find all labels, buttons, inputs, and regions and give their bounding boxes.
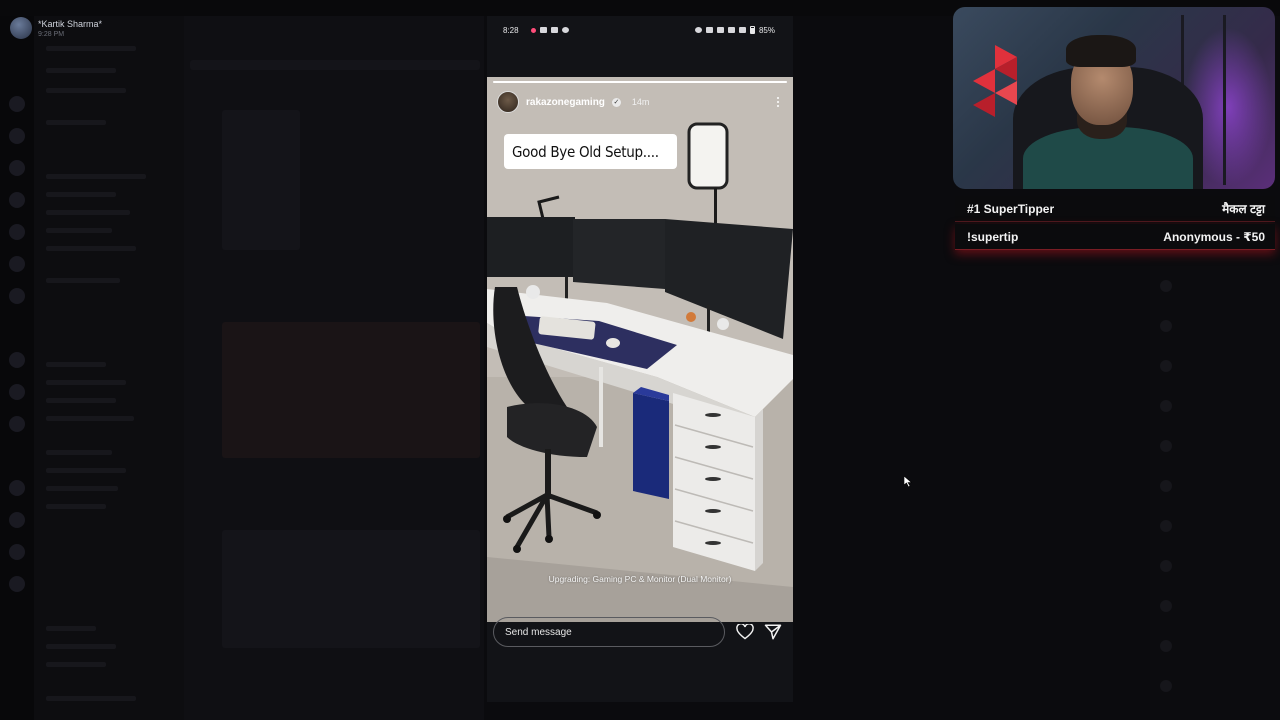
story-progress-fill <box>493 81 787 83</box>
avatar <box>10 17 32 39</box>
status-time: 8:28 <box>503 25 519 35</box>
background-user-tag: *Kartik Sharma* 9:28 PM <box>10 17 102 39</box>
story-progress-bar <box>493 81 787 83</box>
streamer-webcam <box>953 7 1275 189</box>
user-name: *Kartik Sharma* <box>38 18 103 29</box>
story-bottom-caption: Upgrading: Gaming PC & Monitor (Dual Mon… <box>548 574 732 584</box>
avatar[interactable] <box>497 91 519 113</box>
send-icon[interactable] <box>764 623 782 641</box>
battery-icon <box>749 26 755 34</box>
notification-icon <box>530 27 536 33</box>
mouse-cursor-icon <box>904 476 912 487</box>
user-time: 9:28 PM <box>38 30 65 38</box>
story-time-ago: 14m <box>631 97 650 107</box>
youtube-icon <box>550 27 558 33</box>
tip-label: !supertip <box>967 229 1019 244</box>
heart-icon[interactable] <box>736 624 754 640</box>
alarm-icon <box>694 27 702 33</box>
tip-label: #1 SuperTipper <box>967 201 1055 216</box>
supertip-panel: #1 SuperTipper मैकल टट्टा !supertip Anon… <box>955 196 1275 250</box>
more-icon[interactable] <box>773 95 783 109</box>
channel-list <box>34 16 184 720</box>
wifi-icon <box>727 27 735 33</box>
tip-row-top-tipper: #1 SuperTipper मैकल टट्टा <box>955 196 1275 222</box>
battery-level: 85% <box>758 25 775 35</box>
story-viewer[interactable]: rakazonegaming ✓ 14m Good Bye Old Setup.… <box>487 77 793 622</box>
verified-icon: ✓ <box>611 97 621 107</box>
youtube-icon <box>539 27 547 33</box>
cloud-icon <box>561 27 569 33</box>
chat-area <box>184 16 484 720</box>
story-reply-bar <box>487 614 793 654</box>
story-caption-sticker: Good Bye Old Setup.... <box>504 134 677 169</box>
story-caption: Good Bye Old Setup.... <box>512 142 659 161</box>
story-username[interactable]: rakazonegaming <box>526 97 605 108</box>
member-list <box>1150 260 1280 720</box>
volte-icon <box>705 27 713 33</box>
signal-icon <box>738 27 746 33</box>
status-bar: 8:28 85% <box>487 16 793 44</box>
data-speed-icon <box>716 27 724 33</box>
tip-row-latest: !supertip Anonymous - ₹50 <box>955 224 1275 250</box>
story-header: rakazonegaming ✓ 14m <box>497 91 783 113</box>
server-rail <box>0 16 34 720</box>
tip-value: Anonymous - ₹50 <box>1163 229 1265 244</box>
phone-screen: 8:28 85% rakazonegaming ✓ 14m Good Bye O… <box>487 16 793 702</box>
brand-logo-icon <box>973 45 1017 117</box>
tip-value: मैकल टट्टा <box>1222 202 1265 216</box>
send-message-input[interactable] <box>493 617 725 647</box>
